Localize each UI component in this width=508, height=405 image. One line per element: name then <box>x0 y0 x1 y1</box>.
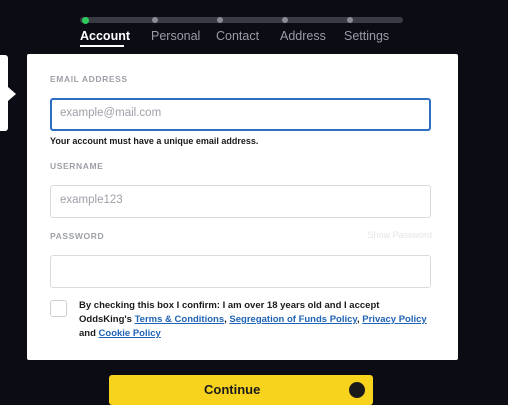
email-field[interactable]: example@mail.com <box>50 98 431 131</box>
show-password-toggle[interactable]: Show Password <box>367 230 432 240</box>
segregation-funds-link[interactable]: Segregation of Funds Policy <box>229 314 357 325</box>
signup-form-card: EMAIL ADDRESS example@mail.com Your acco… <box>27 54 458 360</box>
username-placeholder: example123 <box>60 194 123 206</box>
email-placeholder: example@mail.com <box>60 107 162 119</box>
step-tab-settings[interactable]: Settings <box>344 29 389 43</box>
stepper-track <box>80 17 403 23</box>
consent-checkbox[interactable] <box>50 300 67 317</box>
continue-label: Continue <box>204 382 261 397</box>
step-dot-personal <box>152 17 158 23</box>
side-tab[interactable] <box>0 55 8 131</box>
step-dot-account <box>82 16 89 24</box>
password-field[interactable] <box>50 255 431 288</box>
cookie-policy-link[interactable]: Cookie Policy <box>99 328 161 339</box>
step-tab-personal[interactable]: Personal <box>151 29 200 43</box>
privacy-policy-link[interactable]: Privacy Policy <box>362 314 426 325</box>
password-label: PASSWORD <box>50 231 105 241</box>
step-tab-contact[interactable]: Contact <box>216 29 259 43</box>
username-label: USERNAME <box>50 161 104 171</box>
active-step-underline <box>80 45 124 47</box>
username-field[interactable]: example123 <box>50 185 431 218</box>
continue-button[interactable]: Continue <box>109 375 373 405</box>
step-dot-contact <box>217 17 223 23</box>
step-dot-address <box>282 17 288 23</box>
email-label: EMAIL ADDRESS <box>50 74 128 84</box>
step-tab-address[interactable]: Address <box>280 29 326 43</box>
consent-sep: and <box>79 328 99 339</box>
step-dot-settings <box>347 17 353 23</box>
signup-stepper: Account Personal Contact Address Setting… <box>0 0 508 50</box>
email-hint: Your account must have a unique email ad… <box>50 136 259 146</box>
consent-text: By checking this box I confirm: I am ove… <box>79 299 429 341</box>
arrow-circle-icon <box>349 382 365 398</box>
chevron-right-icon[interactable] <box>8 87 16 101</box>
step-tab-account[interactable]: Account <box>80 29 130 43</box>
terms-link[interactable]: Terms & Conditions <box>135 314 225 325</box>
